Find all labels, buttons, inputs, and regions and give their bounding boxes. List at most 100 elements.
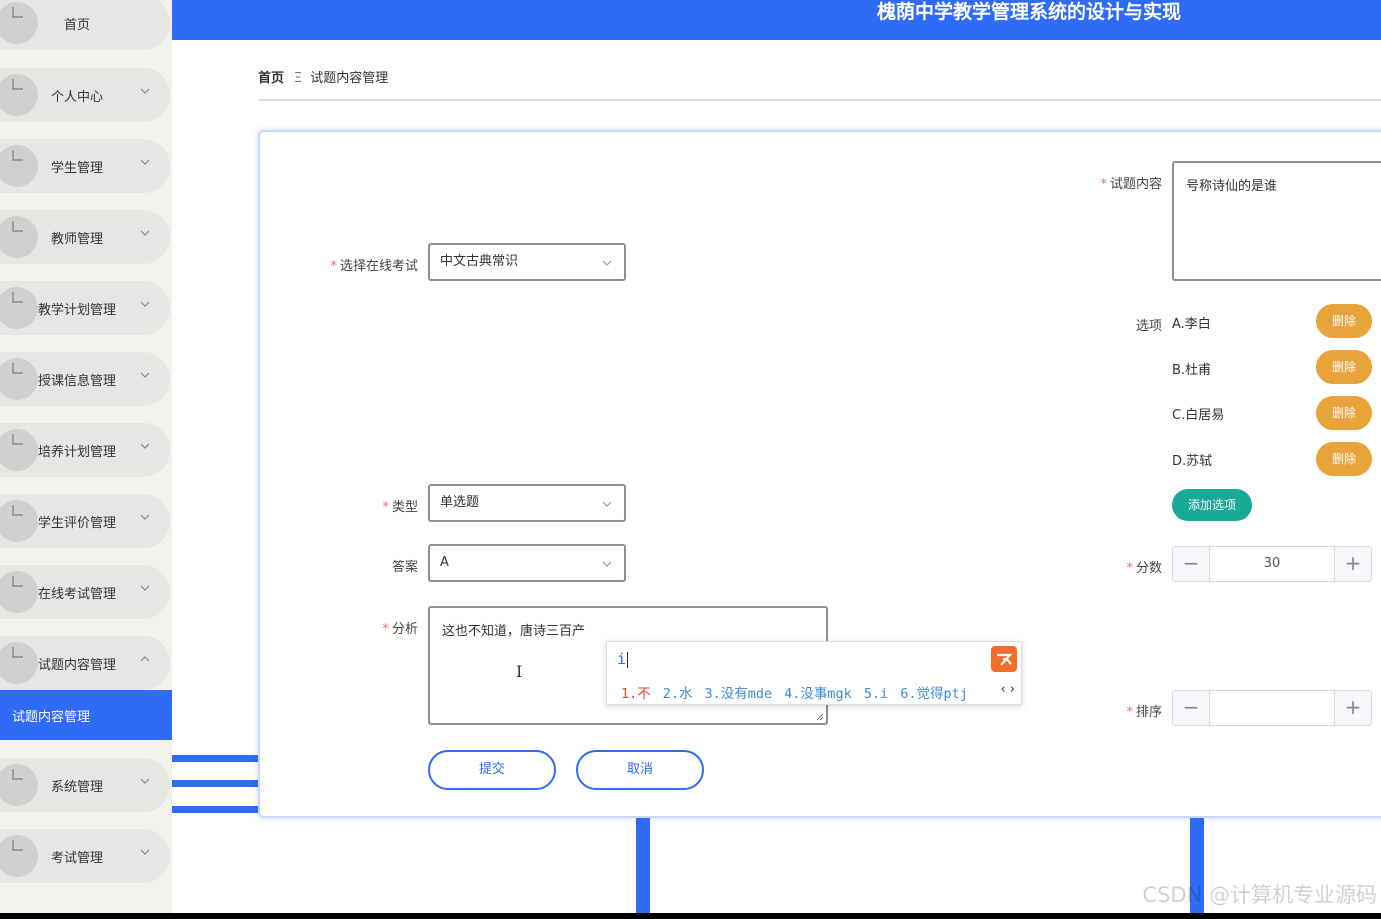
- top-header: 槐荫中学教学管理系统的设计与实现: [172, 0, 1381, 40]
- exam-select[interactable]: 中文古典常识: [428, 243, 626, 281]
- sidebar: 首页 个人中心 学生管理 教师管理 教学计划管理 授课信息管理 培养计划管理 学…: [0, 0, 172, 913]
- ime-candidate[interactable]: 5.i: [864, 686, 888, 702]
- ime-candidate-window: i 1.不 2.水 3.没有mde 4.没事mgk 5.i 6.觉得ptj ‹ ›: [606, 641, 1022, 705]
- sidebar-item-training-plan[interactable]: 培养计划管理: [0, 423, 170, 477]
- ime-candidate-list: 1.不 2.水 3.没有mde 4.没事mgk 5.i 6.觉得ptj: [621, 682, 980, 702]
- ime-candidate[interactable]: 3.没有mde: [705, 686, 773, 702]
- chevron-down-icon: [140, 88, 150, 94]
- sidebar-item-label: 个人中心: [50, 89, 103, 105]
- breadcrumb-separator-icon: Ξ: [294, 71, 303, 86]
- order-label: * 排序: [1126, 705, 1162, 720]
- sidebar-item-teaching-plan[interactable]: 教学计划管理: [0, 281, 170, 335]
- answer-select[interactable]: A: [428, 544, 626, 582]
- type-label: * 类型: [382, 500, 418, 515]
- option-text: C.白居易: [1172, 408, 1225, 423]
- ime-candidate[interactable]: 4.没事mgk: [784, 686, 852, 702]
- delete-option-button[interactable]: 删除: [1316, 396, 1372, 430]
- content-textarea[interactable]: 号称诗仙的是谁: [1172, 161, 1381, 281]
- delete-option-button[interactable]: 删除: [1316, 304, 1372, 338]
- decor-stripe: [636, 818, 650, 913]
- ime-logo-icon[interactable]: [991, 646, 1017, 672]
- sidebar-item-system[interactable]: 系统管理: [0, 758, 170, 812]
- score-decrement-button[interactable]: −: [1173, 547, 1210, 581]
- answer-label: 答案: [391, 560, 418, 575]
- chevron-down-icon: [140, 301, 150, 307]
- bottom-edge: [0, 913, 1381, 919]
- option-text: B.杜甫: [1172, 363, 1212, 378]
- sidebar-item-home[interactable]: 首页: [0, 0, 170, 50]
- sidebar-item-exam-management[interactable]: 考试管理: [0, 829, 170, 883]
- sidebar-item-label: 培养计划管理: [37, 444, 116, 460]
- decor-stripe: [172, 755, 260, 762]
- sidebar-item-label: 系统管理: [50, 779, 103, 795]
- option-text: A.李白: [1172, 317, 1211, 332]
- sidebar-item-course-info[interactable]: 授课信息管理: [0, 352, 170, 406]
- score-input[interactable]: 30: [1210, 547, 1334, 581]
- chevron-down-icon: [140, 585, 150, 591]
- analysis-text: 这也不知道，唐诗三百产: [442, 624, 586, 639]
- decor-stripe: [172, 806, 260, 813]
- breadcrumb-home[interactable]: 首页: [258, 71, 284, 86]
- chevron-up-icon: [140, 656, 150, 662]
- order-input[interactable]: [1210, 691, 1334, 725]
- chevron-down-icon: [140, 372, 150, 378]
- exam-label: * 选择在线考试: [330, 259, 418, 274]
- chevron-down-icon: [140, 778, 150, 784]
- type-select[interactable]: 单选题: [428, 484, 626, 522]
- watermark: CSDN @计算机专业源码: [1142, 883, 1377, 907]
- sidebar-item-label: 授课信息管理: [37, 373, 116, 389]
- sidebar-item-label: 教师管理: [50, 231, 103, 247]
- content-text: 号称诗仙的是谁: [1186, 179, 1278, 194]
- content-label: * 试题内容: [1100, 177, 1162, 192]
- sidebar-item-online-exam[interactable]: 在线考试管理: [0, 565, 170, 619]
- ime-candidate[interactable]: 1.不: [621, 686, 651, 702]
- sidebar-item-personal-center[interactable]: 个人中心: [0, 68, 170, 122]
- add-option-button[interactable]: 添加选项: [1172, 489, 1252, 521]
- sidebar-item-students[interactable]: 学生管理: [0, 139, 170, 193]
- score-increment-button[interactable]: +: [1334, 547, 1371, 581]
- exam-select-value: 中文古典常识: [440, 254, 519, 269]
- sidebar-item-teachers[interactable]: 教师管理: [0, 210, 170, 264]
- sidebar-item-label: 考试管理: [50, 850, 103, 866]
- text-cursor-icon: I: [516, 662, 523, 681]
- type-select-value: 单选题: [440, 495, 480, 510]
- sidebar-item-label: 试题内容管理: [37, 657, 116, 673]
- chevron-down-icon: [140, 230, 150, 236]
- ime-page-nav-icon[interactable]: ‹ ›: [1000, 682, 1015, 697]
- sidebar-item-label: 在线考试管理: [37, 586, 116, 602]
- ime-candidate[interactable]: 6.觉得ptj: [900, 686, 968, 702]
- order-increment-button[interactable]: +: [1334, 691, 1371, 725]
- delete-option-button[interactable]: 删除: [1316, 350, 1372, 384]
- options-label: 选项: [1135, 319, 1162, 334]
- analysis-label: * 分析: [382, 622, 418, 637]
- resize-handle-icon[interactable]: [816, 713, 824, 721]
- chevron-down-icon: [602, 561, 612, 567]
- cancel-button[interactable]: 取消: [576, 750, 704, 790]
- chevron-down-icon: [140, 514, 150, 520]
- delete-option-button[interactable]: 删除: [1316, 442, 1372, 476]
- sidebar-subitem-question-content[interactable]: 试题内容管理: [0, 690, 172, 740]
- chevron-down-icon: [140, 443, 150, 449]
- app-title: 槐荫中学教学管理系统的设计与实现: [877, 1, 1182, 23]
- decor-stripe: [172, 780, 260, 787]
- ime-candidate[interactable]: 2.水: [663, 686, 693, 702]
- answer-select-value: A: [440, 555, 449, 570]
- sidebar-item-label: 首页: [63, 17, 90, 33]
- breadcrumb: 首页 Ξ 试题内容管理: [258, 67, 388, 86]
- breadcrumb-current: 试题内容管理: [310, 71, 389, 86]
- score-stepper: − 30 +: [1172, 546, 1372, 582]
- chevron-down-icon: [602, 260, 612, 266]
- score-label: * 分数: [1126, 561, 1162, 576]
- sidebar-item-label: 学生管理: [50, 160, 103, 176]
- sidebar-item-label: 学生评价管理: [37, 515, 116, 531]
- breadcrumb-divider: [258, 99, 1381, 101]
- submit-button[interactable]: 提交: [428, 750, 556, 790]
- sidebar-item-label: 教学计划管理: [37, 302, 116, 318]
- ime-composition: i: [617, 650, 629, 668]
- order-decrement-button[interactable]: −: [1173, 691, 1210, 725]
- chevron-down-icon: [140, 849, 150, 855]
- option-text: D.苏轼: [1172, 454, 1213, 469]
- sidebar-item-student-evaluation[interactable]: 学生评价管理: [0, 494, 170, 548]
- chevron-down-icon: [602, 501, 612, 507]
- sidebar-item-question-content[interactable]: 试题内容管理: [0, 636, 170, 690]
